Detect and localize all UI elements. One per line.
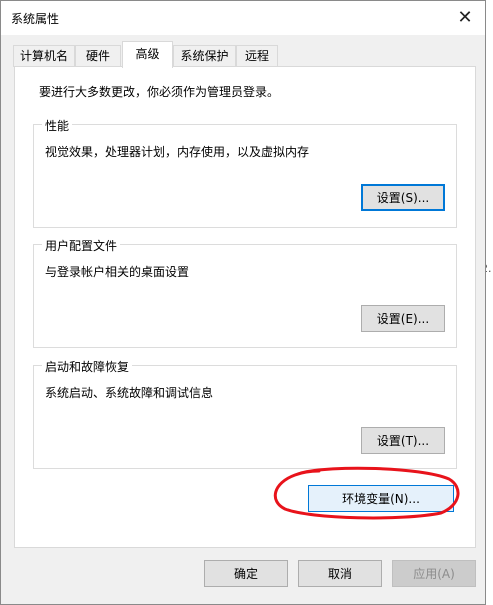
apply-button[interactable]: 应用(A)	[392, 560, 476, 587]
performance-description: 视觉效果，处理器计划，内存使用，以及虚拟内存	[45, 145, 310, 159]
cancel-button[interactable]: 取消	[298, 560, 382, 587]
performance-group: 性能 视觉效果，处理器计划，内存使用，以及虚拟内存 设置(S)...	[33, 117, 457, 228]
advanced-tab-panel: 要进行大多数更改，你必须作为管理员登录。 性能 视觉效果，处理器计划，内存使用，…	[14, 66, 476, 548]
close-icon: ✕	[457, 6, 473, 28]
tab-system-protection[interactable]: 系统保护	[173, 45, 236, 67]
tab-hardware[interactable]: 硬件	[75, 45, 121, 67]
tab-remote[interactable]: 远程	[236, 45, 278, 67]
window-title: 系统属性	[11, 12, 60, 26]
ok-button[interactable]: 确定	[204, 560, 288, 587]
tab-computer-name[interactable]: 计算机名	[13, 45, 75, 67]
startup-recovery-group-title: 启动和故障恢复	[42, 358, 133, 375]
tab-advanced[interactable]: 高级	[122, 41, 173, 68]
environment-variables-button[interactable]: 环境变量(N)...	[308, 485, 454, 512]
startup-recovery-group: 启动和故障恢复 系统启动、系统故障和调试信息 设置(T)...	[33, 358, 457, 469]
user-profiles-settings-button[interactable]: 设置(E)...	[361, 305, 445, 332]
system-properties-dialog: 系统属性 ✕ 计算机名 硬件 高级 系统保护 远程 要进行大多数更改，你必须作为…	[0, 0, 486, 605]
close-button[interactable]: ✕	[445, 1, 485, 33]
title-bar[interactable]: 系统属性 ✕	[1, 1, 485, 35]
user-profiles-group: 用户配置文件 与登录帐户相关的桌面设置 设置(E)...	[33, 237, 457, 348]
admin-notice: 要进行大多数更改，你必须作为管理员登录。	[39, 85, 280, 99]
startup-recovery-description: 系统启动、系统故障和调试信息	[45, 386, 214, 400]
user-profiles-description: 与登录帐户相关的桌面设置	[45, 265, 190, 279]
performance-settings-button[interactable]: 设置(S)...	[361, 184, 445, 211]
performance-group-title: 性能	[42, 117, 73, 134]
startup-recovery-settings-button[interactable]: 设置(T)...	[361, 427, 445, 454]
user-profiles-group-title: 用户配置文件	[42, 237, 121, 254]
